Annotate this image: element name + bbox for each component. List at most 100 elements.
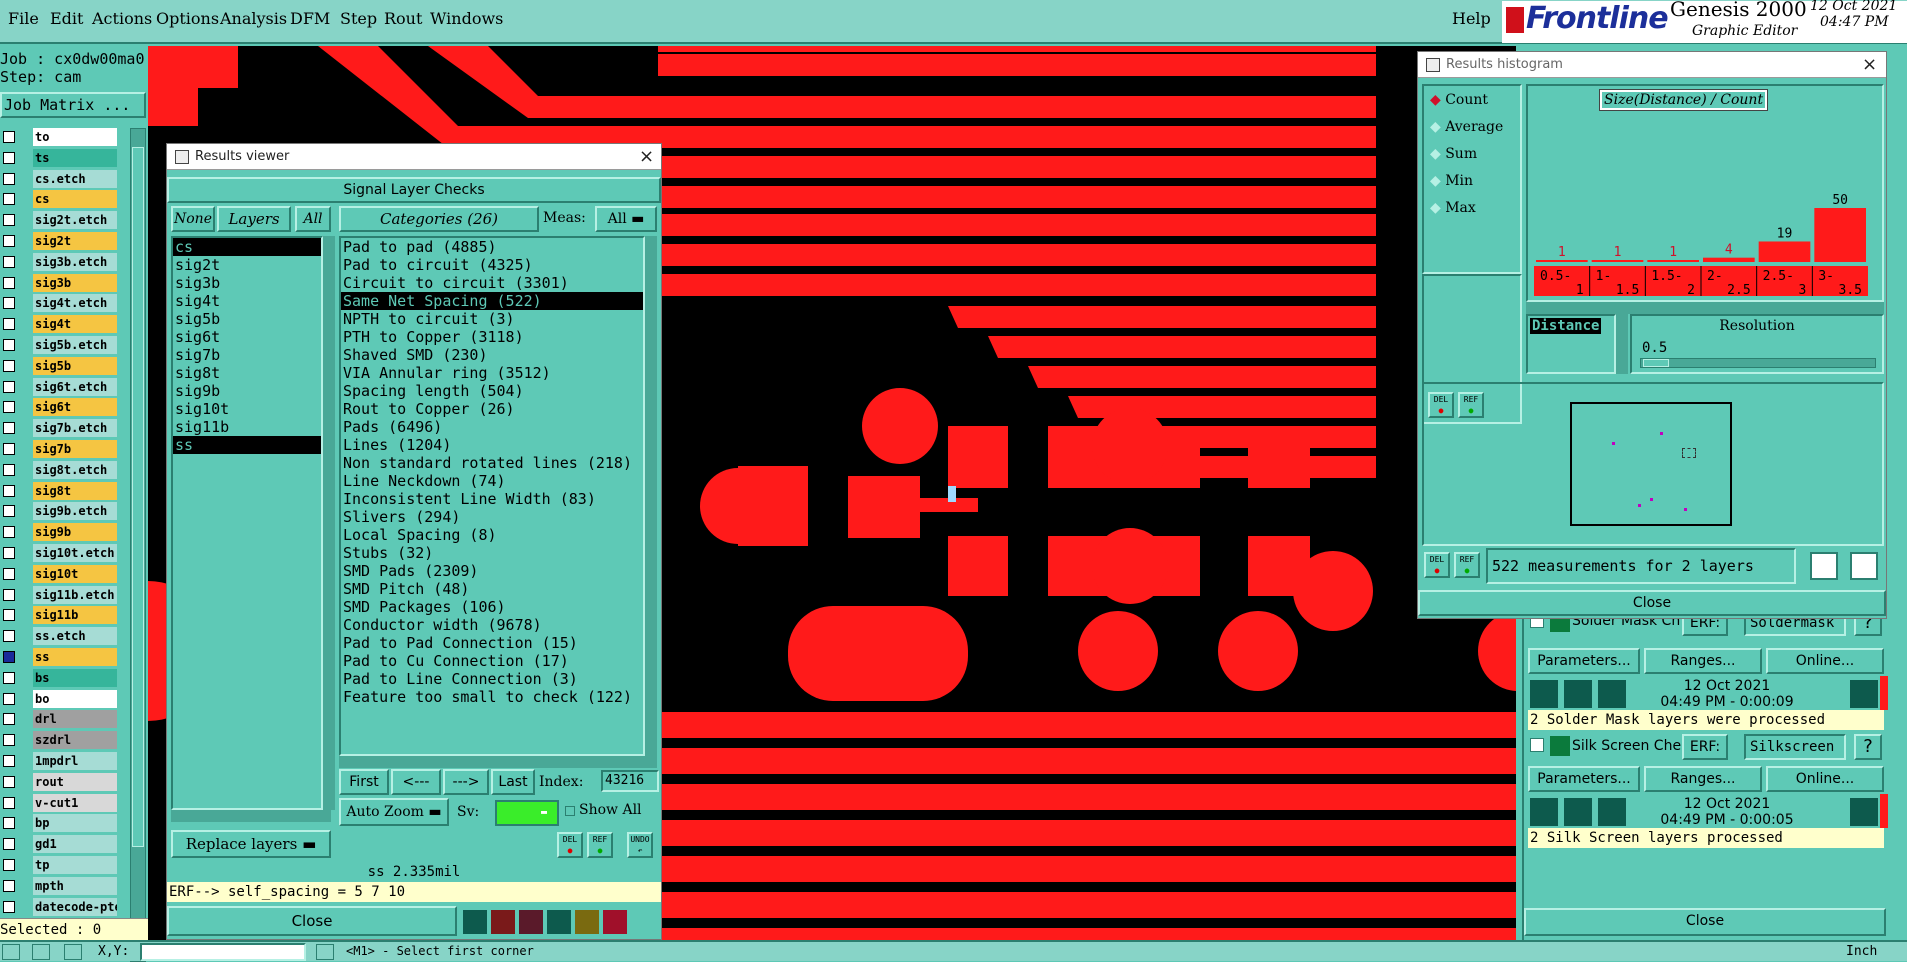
histogram-icon[interactable] (603, 910, 627, 934)
category-item[interactable]: Pad to circuit (4325) (341, 256, 643, 274)
pointer-tool-icon[interactable] (2, 944, 20, 960)
category-list-vscroll[interactable] (645, 236, 657, 756)
category-item[interactable]: Lines (1204) (341, 436, 643, 454)
mode-option-count[interactable]: ◆ Count (1430, 92, 1488, 108)
layer-checkbox[interactable] (3, 214, 15, 227)
category-item[interactable]: SMD Packages (106) (341, 598, 643, 616)
category-item[interactable]: Pad to Line Connection (3) (341, 670, 643, 688)
layer-checkbox[interactable] (3, 505, 15, 518)
layer-checkbox[interactable] (3, 817, 15, 830)
next-button[interactable]: ---> (443, 769, 489, 795)
category-item[interactable]: Non standard rotated lines (218) (341, 454, 643, 472)
layer-checkbox[interactable] (3, 463, 15, 476)
menu-step[interactable]: Step (340, 9, 377, 28)
silk-help-button[interactable]: ? (1854, 734, 1882, 760)
layer-row-sig9b.etch[interactable]: sig9b.etch (0, 502, 122, 521)
layer-checkbox[interactable] (3, 567, 15, 580)
summary-del-button[interactable]: DEL ● (1424, 552, 1450, 578)
layer-checkbox[interactable] (3, 484, 15, 497)
category-item[interactable]: Rout to Copper (26) (341, 400, 643, 418)
grid-tool-icon[interactable] (64, 944, 82, 960)
layer-row-sig4t.etch[interactable]: sig4t.etch (0, 294, 122, 313)
category-item[interactable]: Same Net Spacing (522) (341, 292, 643, 310)
solder-parameters-button[interactable]: Parameters... (1528, 648, 1640, 674)
distance-vscroll[interactable] (1616, 314, 1628, 374)
histogram-bar[interactable] (1703, 257, 1755, 262)
layer-row-sig3b.etch[interactable]: sig3b.etch (0, 252, 122, 271)
results-category-list[interactable]: Pad to pad (4885) Pad to circuit (4325) Ci… (339, 236, 645, 756)
category-item[interactable]: VIA Annular ring (3512) (341, 364, 643, 382)
layer-checkbox[interactable] (3, 630, 15, 643)
results-layer-item[interactable]: sig8t (173, 364, 321, 382)
layer-row-datecode-pte[interactable]: datecode-pte (0, 897, 122, 916)
layer-row-sig8t.etch[interactable]: sig8t.etch (0, 460, 122, 479)
layer-row-cs.etch[interactable]: cs.etch (0, 169, 122, 188)
category-item[interactable]: NPTH to circuit (3) (341, 310, 643, 328)
histogram-bar[interactable] (1591, 260, 1644, 262)
results-layer-item[interactable]: sig4t (173, 292, 321, 310)
histogram-bar[interactable] (1536, 260, 1588, 262)
category-item[interactable]: Local Spacing (8) (341, 526, 643, 544)
prev-button[interactable]: <--- (391, 769, 441, 795)
solder-ranges-button[interactable]: Ranges... (1644, 648, 1762, 674)
histogram-bar[interactable] (1647, 260, 1699, 262)
category-item[interactable]: Pad to pad (4885) (341, 238, 643, 256)
mode-option-min[interactable]: ◆ Min (1430, 173, 1473, 189)
layer-row-sig2t[interactable]: sig2t (0, 232, 122, 250)
run-icon[interactable] (1564, 680, 1592, 708)
category-item[interactable]: Line Neckdown (74) (341, 472, 643, 490)
menu-rout[interactable]: Rout (384, 9, 422, 28)
silk-check-checkbox[interactable] (1530, 738, 1544, 752)
categories-button[interactable]: Categories (26) (339, 206, 539, 232)
layer-checkbox[interactable] (3, 879, 15, 892)
layer-checkbox[interactable] (3, 443, 15, 455)
layer-checkbox[interactable] (3, 734, 15, 747)
job-matrix-button[interactable]: Job Matrix ... (0, 92, 146, 118)
histogram-hscroll[interactable] (1526, 302, 1884, 314)
layer-checkbox[interactable] (3, 838, 15, 851)
layer-checkbox[interactable] (3, 359, 15, 372)
layer-list-vscroll[interactable] (323, 236, 335, 810)
replace-layers-select[interactable]: Replace layers ▬ (171, 830, 331, 858)
menu-file[interactable]: File (8, 9, 39, 28)
layer-checkbox[interactable] (3, 609, 15, 622)
layer-row-ss.etch[interactable]: ss.etch (0, 627, 122, 646)
results-layer-list[interactable]: cs sig2t sig3b sig4t sig5b sig6t sig7b sig8t sig… (171, 236, 323, 810)
layer-row-v-cut1[interactable]: v-cut1 (0, 793, 122, 812)
category-item[interactable]: Stubs (32) (341, 544, 643, 562)
results-layer-item[interactable]: sig6t (173, 328, 321, 346)
check-tool-icon[interactable] (32, 944, 50, 960)
results-layer-item[interactable]: sig10t (173, 400, 321, 418)
layer-checkbox[interactable] (3, 651, 15, 663)
layer-checkbox[interactable] (3, 547, 15, 559)
layer-checkbox[interactable] (3, 151, 15, 164)
tool-icon-4[interactable] (547, 910, 571, 934)
layer-checkbox[interactable] (3, 255, 15, 268)
layer-row-sig6t[interactable]: sig6t (0, 398, 122, 417)
menu-edit[interactable]: Edit (50, 9, 83, 28)
layer-row-sig5b[interactable]: sig5b (0, 356, 122, 375)
category-item[interactable]: Slivers (294) (341, 508, 643, 526)
layers-button[interactable]: Layers (217, 206, 291, 232)
layer-view-icon[interactable] (1810, 552, 1838, 580)
layer-row-mpth[interactable]: mpth (0, 876, 122, 895)
histogram-close-button[interactable]: Close (1418, 590, 1886, 616)
tool-icon[interactable] (316, 944, 334, 960)
layer-checkbox[interactable] (3, 380, 15, 393)
distance-item[interactable]: Distance (1530, 318, 1602, 334)
layer-checkbox[interactable] (3, 859, 15, 871)
mode-option-max[interactable]: ◆ Max (1430, 200, 1476, 216)
slider-thumb[interactable] (1643, 359, 1669, 367)
category-item[interactable]: Spacing length (504) (341, 382, 643, 400)
del-button[interactable]: DEL ● (557, 832, 583, 858)
results-layer-item[interactable]: sig7b (173, 346, 321, 364)
layer-row-to[interactable]: to (0, 128, 122, 146)
layer-checkbox[interactable] (3, 671, 15, 684)
layer-row-sig3b[interactable]: sig3b (0, 273, 122, 292)
layer-row-ts[interactable]: ts (0, 148, 122, 167)
layer-view-icon-2[interactable] (1850, 552, 1878, 580)
results-layer-item[interactable]: sig11b (173, 418, 321, 436)
layer-row-sig2t.etch[interactable]: sig2t.etch (0, 211, 122, 230)
category-item[interactable]: Conductor width (9678) (341, 616, 643, 634)
layer-row-sig10t[interactable]: sig10t (0, 564, 122, 583)
